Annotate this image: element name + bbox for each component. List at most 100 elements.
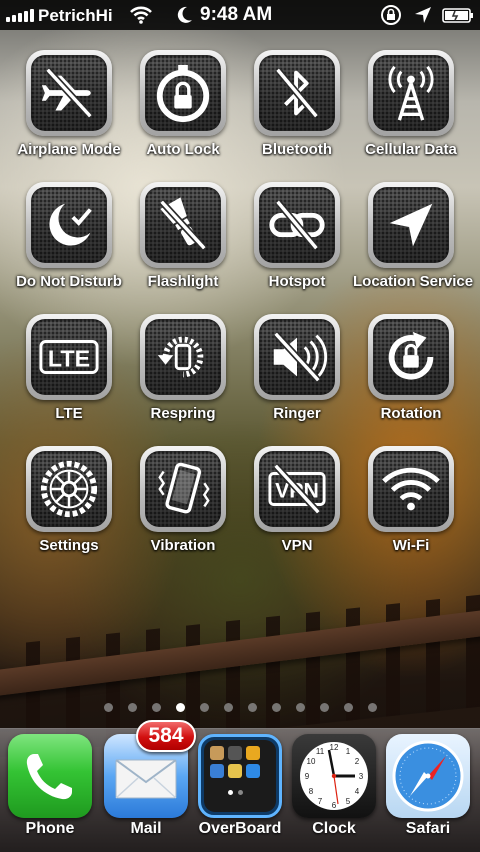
location-arrow-icon: [415, 7, 431, 23]
safari-app-icon[interactable]: [386, 734, 470, 818]
folder-page-dot: [228, 790, 233, 795]
dock-app-overboard[interactable]: OverBoard: [192, 734, 288, 838]
toggle-label: Ringer: [273, 405, 321, 422]
lte-icon: LTE: [39, 340, 99, 374]
vibration-phone-icon: [158, 462, 210, 514]
page-dot[interactable]: [320, 703, 329, 712]
cellular-tower-icon: [388, 65, 434, 121]
svg-text:1: 1: [346, 747, 351, 756]
toggle-tile[interactable]: LTE: [26, 314, 112, 400]
mini-sunflower-icon: [246, 746, 260, 760]
toggle-lte[interactable]: LTE LTE: [11, 314, 127, 422]
hotspot-link-icon: [269, 199, 325, 251]
toggle-tile[interactable]: [368, 182, 454, 268]
page-dot[interactable]: [128, 703, 137, 712]
page-dot[interactable]: [200, 703, 209, 712]
svg-text:11: 11: [316, 747, 325, 756]
vpn-icon: VPN: [268, 463, 326, 515]
mini-contacts-icon: [210, 746, 224, 760]
toggle-label: Rotation: [380, 405, 442, 422]
battery-charging-icon: [442, 8, 473, 23]
dock-app-phone[interactable]: Phone: [2, 734, 98, 838]
page-dot[interactable]: [344, 703, 353, 712]
toggle-label: Cellular Data: [365, 141, 457, 158]
page-dot[interactable]: [272, 703, 281, 712]
toggle-tile[interactable]: [26, 182, 112, 268]
toggle-tile[interactable]: [26, 50, 112, 136]
carrier-name: PetrichHi: [38, 6, 113, 25]
toggle-wifi[interactable]: Wi-Fi: [353, 446, 469, 554]
clock-face-icon: 12 3 6 9 12 45 78 1011: [300, 742, 368, 810]
status-bar: PetrichHi 9:48 AM: [0, 0, 480, 30]
toggle-tile[interactable]: [254, 50, 340, 136]
dock-label: OverBoard: [198, 820, 282, 837]
toggle-tile[interactable]: [140, 50, 226, 136]
toggle-flashlight[interactable]: Flashlight: [125, 182, 241, 290]
toggle-settings[interactable]: Settings: [11, 446, 127, 554]
toggle-rotation[interactable]: Rotation: [353, 314, 469, 422]
rotation-lock-icon: [388, 331, 434, 380]
moon-icon: [49, 203, 92, 246]
toggle-label: Location Service: [353, 273, 474, 290]
mini-video-icon: [228, 746, 242, 760]
toggle-label: Do Not Disturb: [16, 273, 122, 290]
clock-app-icon[interactable]: 12 3 6 9 12 45 7 8 10 11: [292, 734, 376, 818]
toggle-respring[interactable]: Respring: [125, 314, 241, 422]
svg-text:8: 8: [309, 787, 314, 796]
folder-inner: [204, 740, 276, 812]
toggle-tile[interactable]: [140, 314, 226, 400]
toggle-tile[interactable]: [254, 314, 340, 400]
page-dot[interactable]: [152, 703, 161, 712]
page-dot-active[interactable]: [176, 703, 185, 712]
dock-app-safari[interactable]: Safari: [380, 734, 476, 838]
phone-handset-icon: [26, 754, 72, 800]
svg-text:LTE: LTE: [48, 346, 90, 372]
toggle-label: Auto Lock: [146, 141, 220, 158]
toggle-tile[interactable]: [368, 446, 454, 532]
rotation-lock-icon: [381, 5, 401, 25]
toggle-tile[interactable]: VPN: [254, 446, 340, 532]
toggle-tile[interactable]: [254, 182, 340, 268]
toggle-vibration[interactable]: Vibration: [125, 446, 241, 554]
page-dot[interactable]: [248, 703, 257, 712]
status-time: 9:48 AM: [200, 4, 273, 25]
svg-text:3: 3: [359, 772, 364, 781]
phone-app-icon[interactable]: [8, 734, 92, 818]
speaker-icon: [273, 331, 328, 383]
toggle-label: Vibration: [150, 537, 216, 554]
dock-app-mail[interactable]: 584 Mail: [98, 720, 196, 838]
airplane-icon: [41, 67, 93, 119]
toggle-tile[interactable]: [140, 182, 226, 268]
page-dot[interactable]: [104, 703, 113, 712]
toggle-do-not-disturb[interactable]: Do Not Disturb: [11, 182, 127, 290]
toggle-label: Bluetooth: [262, 141, 332, 158]
toggle-location-service[interactable]: Location Service: [353, 182, 474, 290]
location-arrow-icon: [389, 203, 433, 247]
svg-text:12: 12: [330, 743, 339, 752]
toggle-label: VPN: [281, 537, 313, 554]
toggle-tile[interactable]: [26, 446, 112, 532]
toggle-cellular-data[interactable]: Cellular Data: [353, 50, 469, 158]
toggle-ringer[interactable]: Ringer: [239, 314, 355, 422]
svg-text:6: 6: [332, 801, 337, 810]
page-indicator[interactable]: [0, 703, 480, 715]
page-dot[interactable]: [368, 703, 377, 712]
toggle-vpn[interactable]: VPN VPN: [239, 446, 355, 554]
toggle-tile[interactable]: [368, 50, 454, 136]
mini-notes-icon: [228, 764, 242, 778]
folder-page-dot: [238, 790, 243, 795]
toggle-auto-lock[interactable]: Auto Lock: [125, 50, 241, 158]
dock-app-clock[interactable]: 12 3 6 9 12 45 7 8 10 11 Clock: [286, 734, 382, 838]
svg-text:4: 4: [355, 787, 360, 796]
unread-badge: 584: [136, 720, 196, 752]
toggle-tile[interactable]: [140, 446, 226, 532]
overboard-folder-icon[interactable]: [198, 734, 282, 818]
toggle-bluetooth[interactable]: Bluetooth: [239, 50, 355, 158]
toggle-tile[interactable]: [368, 314, 454, 400]
page-dot[interactable]: [224, 703, 233, 712]
auto-lock-icon: [156, 64, 210, 123]
toggle-hotspot[interactable]: Hotspot: [239, 182, 355, 290]
page-dot[interactable]: [296, 703, 305, 712]
toggle-label: Respring: [150, 405, 216, 422]
toggle-airplane-mode[interactable]: Airplane Mode: [11, 50, 127, 158]
